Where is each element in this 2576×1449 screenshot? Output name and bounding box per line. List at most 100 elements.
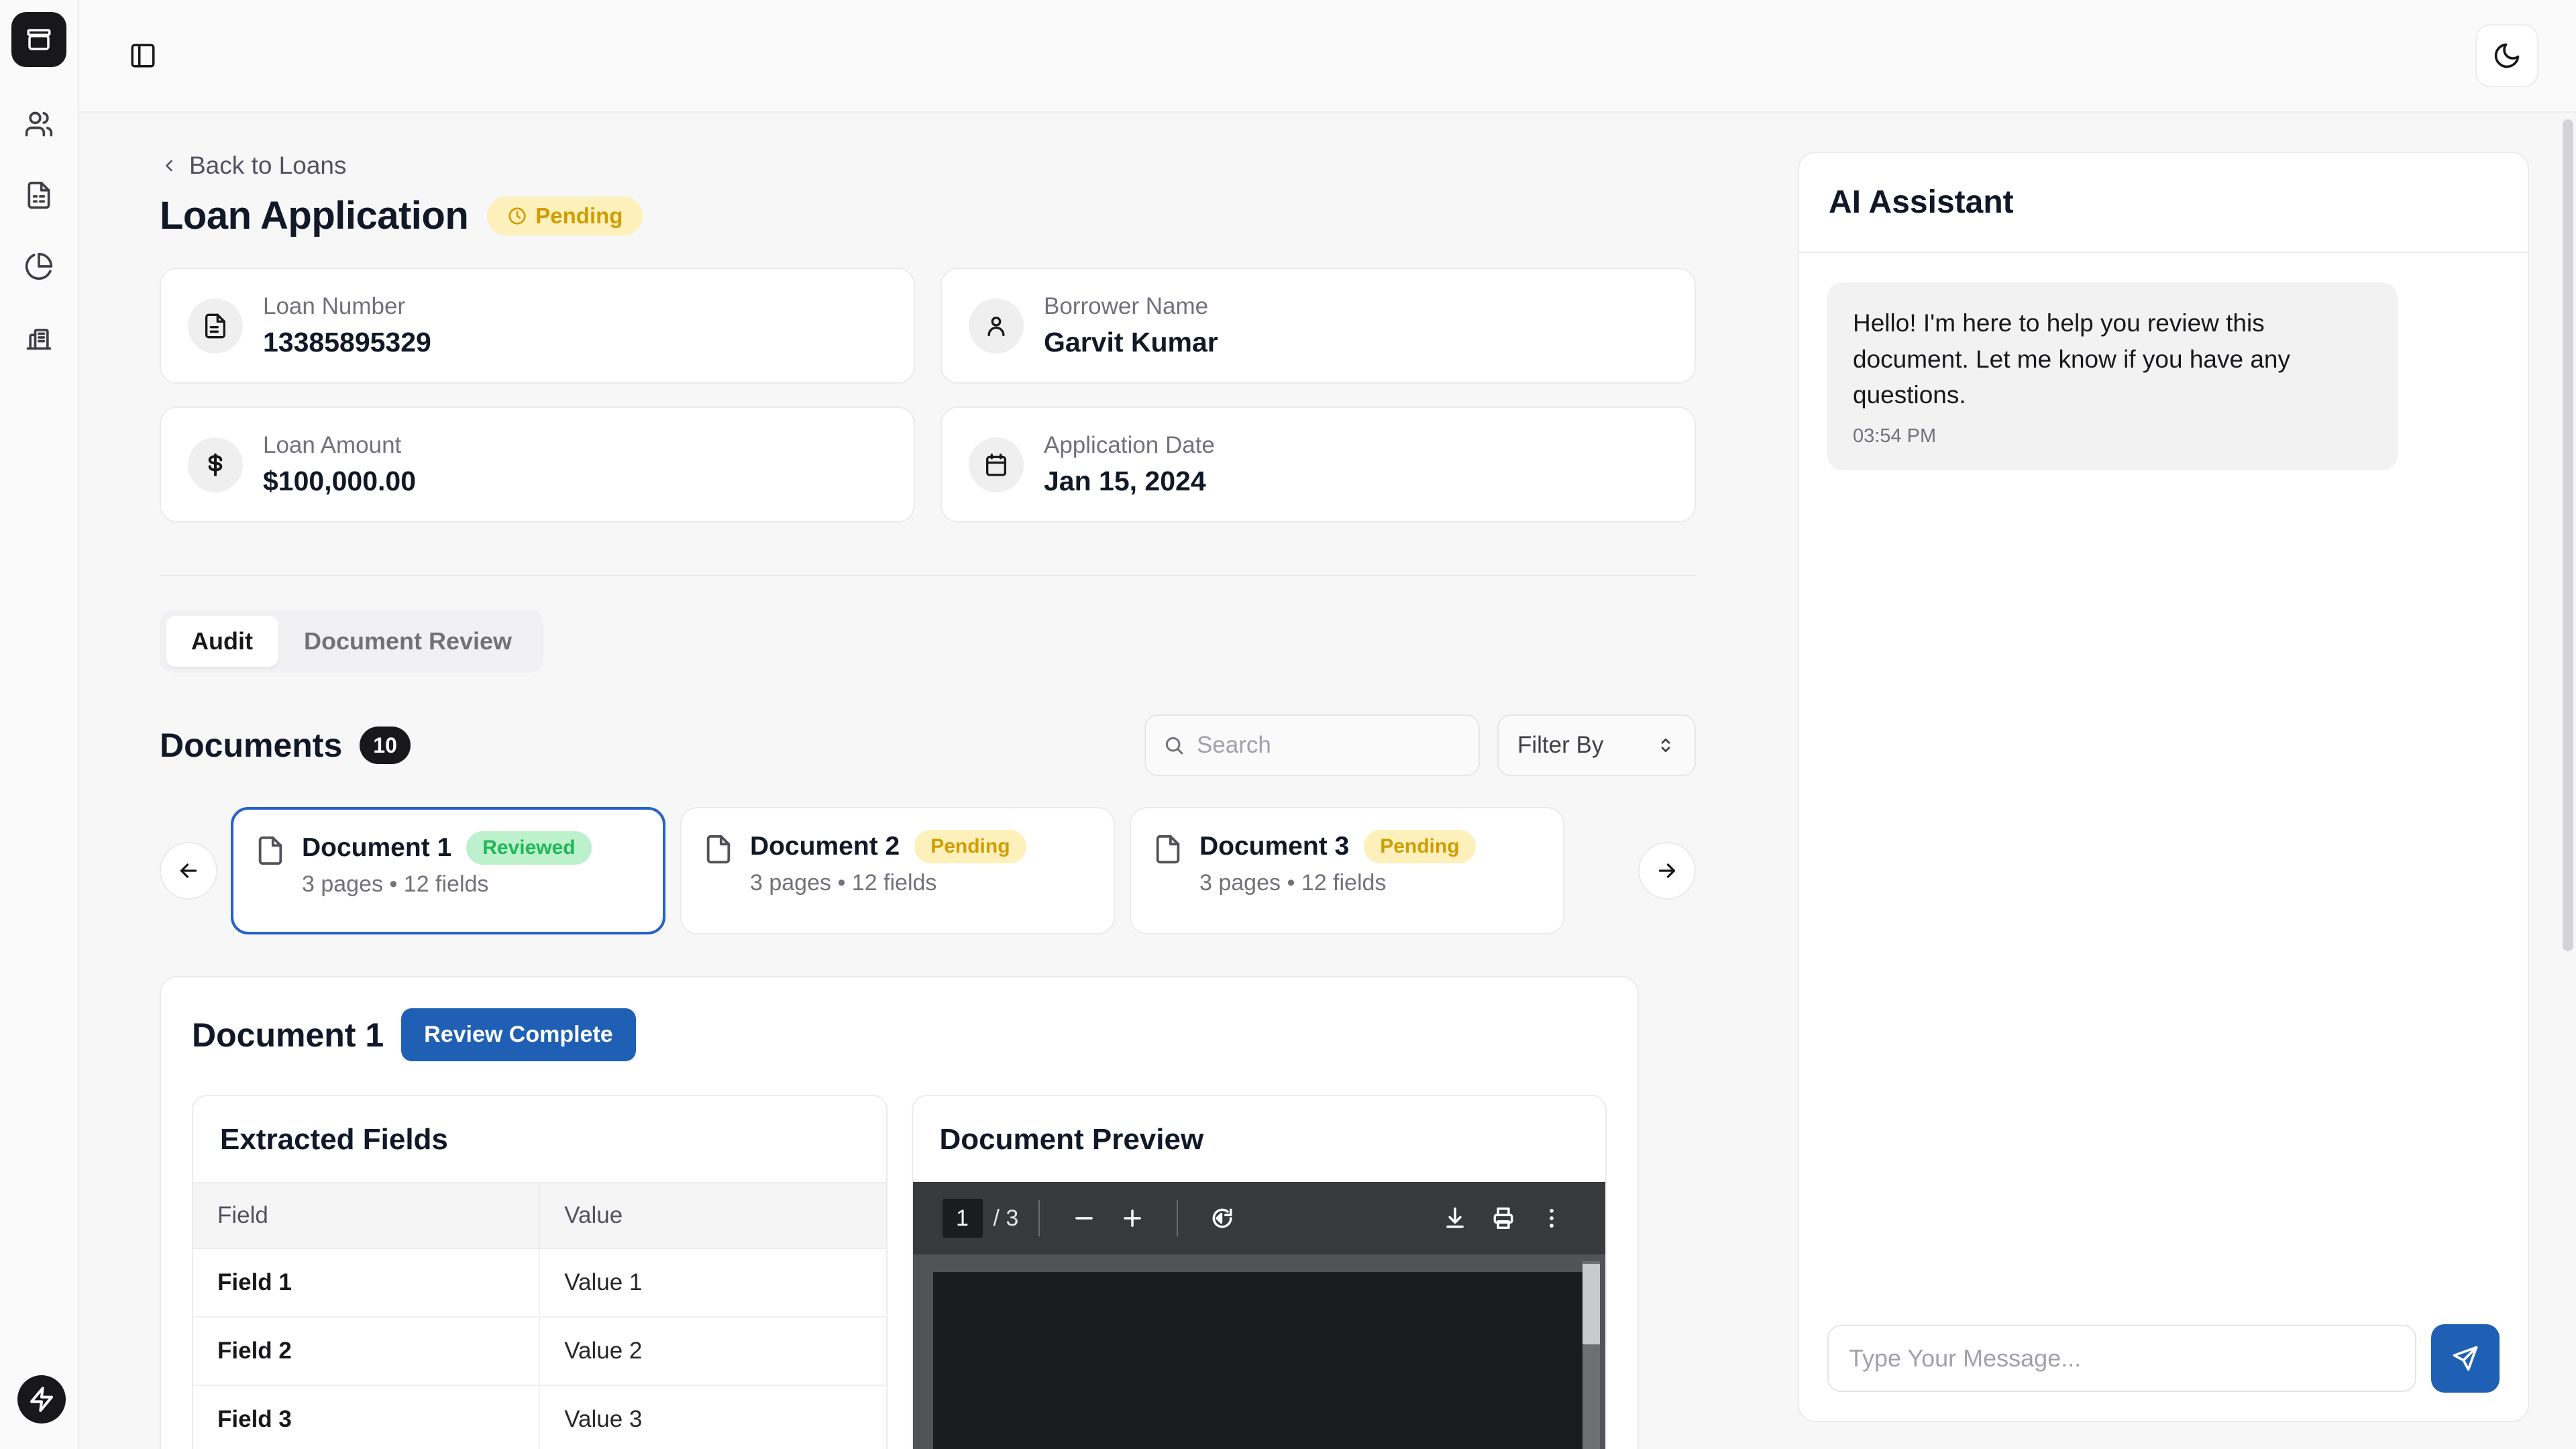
document-card-name: Document 1	[302, 833, 452, 862]
document-card-body: Document 2 Pending 3 pages • 12 fields	[750, 830, 1092, 896]
sidebar-item-organizations[interactable]	[11, 310, 66, 365]
info-card-text: Loan Amount $100,000.00	[263, 432, 416, 497]
document-card-2[interactable]: Document 2 Pending 3 pages • 12 fields	[680, 807, 1115, 934]
loan-info-grid: Loan Number 13385895329 Borrower Name Ga…	[160, 268, 1696, 523]
page-scrollbar-thumb[interactable]	[2563, 119, 2573, 951]
pdf-scrollbar[interactable]	[1582, 1261, 1600, 1449]
ai-assistant-composer	[1799, 1303, 2528, 1421]
document-card-top: Document 2 Pending	[750, 830, 1092, 863]
sidebar-item-documents[interactable]	[11, 168, 66, 223]
page-title: Loan Application	[160, 194, 469, 237]
pdf-scrollbar-thumb[interactable]	[1582, 1264, 1600, 1344]
left-rail	[0, 0, 79, 1449]
file-icon	[703, 834, 734, 868]
info-card-text: Borrower Name Garvit Kumar	[1044, 293, 1218, 358]
document-preview-card: Document Preview 1 / 3	[911, 1095, 1607, 1449]
breadcrumb[interactable]: Back to Loans	[160, 152, 1739, 180]
pdf-zoom-in-button[interactable]	[1108, 1194, 1157, 1242]
table-row: Field 1 Value 1	[193, 1248, 886, 1318]
table-row: Field 3 Value 3	[193, 1385, 886, 1449]
page-scrollbar[interactable]	[2563, 119, 2573, 965]
document-card-1[interactable]: Document 1 Reviewed 3 pages • 12 fields	[231, 807, 665, 934]
document-card-body: Document 1 Reviewed 3 pages • 12 fields	[302, 831, 641, 898]
carousel-prev-button[interactable]	[160, 842, 217, 900]
cell-field: Field 1	[193, 1248, 540, 1318]
ai-assistant-panel: AI Assistant Hello! I'm here to help you…	[1771, 113, 2576, 1449]
info-card-text: Application Date Jan 15, 2024	[1044, 432, 1215, 497]
pdf-more-options-button[interactable]	[1527, 1194, 1576, 1242]
info-value: $100,000.00	[263, 466, 417, 496]
table-body: Field 1 Value 1 Field 2 Value 2 Field 3	[193, 1248, 886, 1449]
back-to-loans-link[interactable]: Back to Loans	[189, 152, 346, 180]
info-card-text: Loan Number 13385895329	[263, 293, 431, 358]
document-card-status: Reviewed	[466, 831, 592, 865]
filter-by-label: Filter By	[1517, 732, 1604, 758]
document-card-3[interactable]: Document 3 Pending 3 pages • 12 fields	[1130, 807, 1564, 934]
toolbar-divider	[1038, 1200, 1040, 1236]
panel-left-icon	[131, 44, 155, 68]
top-bar	[79, 0, 2576, 113]
table-head: Field Value	[193, 1182, 886, 1249]
moon-icon	[2494, 43, 2520, 68]
calendar-icon	[969, 437, 1024, 492]
info-label: Application Date	[1044, 432, 1215, 458]
search-box[interactable]	[1144, 714, 1480, 776]
pdf-zoom-out-button[interactable]	[1060, 1194, 1108, 1242]
file-icon	[255, 835, 286, 869]
info-card-borrower-name: Borrower Name Garvit Kumar	[941, 268, 1696, 384]
sidebar-toggle-button[interactable]	[117, 30, 169, 82]
review-complete-button[interactable]: Review Complete	[401, 1008, 636, 1061]
extracted-fields-card: Extracted Fields Field Value Field 1 Val…	[192, 1095, 888, 1449]
building-icon	[26, 329, 52, 350]
table-header-row: Field Value	[193, 1182, 886, 1249]
search-input[interactable]	[1196, 732, 1461, 759]
document-card-meta: 3 pages • 12 fields	[302, 871, 489, 897]
sidebar-item-analytics[interactable]	[11, 239, 66, 294]
info-label: Borrower Name	[1044, 293, 1209, 319]
document-detail-grid: Extracted Fields Field Value Field 1 Val…	[192, 1095, 1607, 1449]
column-header-value: Value	[539, 1182, 886, 1249]
document-preview-title: Document Preview	[939, 1123, 1204, 1156]
pdf-page-total: / 3	[993, 1205, 1019, 1231]
tab-audit[interactable]: Audit	[166, 616, 278, 667]
info-card-application-date: Application Date Jan 15, 2024	[941, 407, 1696, 523]
cell-field: Field 2	[193, 1317, 540, 1386]
column-header-field: Field	[193, 1182, 540, 1249]
send-message-button[interactable]	[2431, 1324, 2500, 1393]
pie-chart-icon	[25, 252, 53, 280]
rotate-icon	[1212, 1208, 1232, 1228]
document-card-meta: 3 pages • 12 fields	[750, 870, 937, 896]
extracted-fields-table: Field Value Field 1 Value 1 Field 2 Valu…	[193, 1182, 886, 1449]
carousel-next-button[interactable]	[1638, 842, 1696, 900]
cell-value: Value 2	[539, 1317, 886, 1386]
filter-by-select[interactable]: Filter By	[1497, 714, 1696, 776]
quick-action-button[interactable]	[17, 1375, 66, 1424]
page-body: Back to Loans Loan Application Pending L…	[79, 113, 2576, 1449]
document-card-status: Pending	[1364, 830, 1476, 863]
users-icon	[25, 111, 53, 137]
ai-assistant-messages: Hello! I'm here to help you review this …	[1799, 253, 2528, 1303]
app-logo[interactable]	[11, 12, 66, 67]
status-badge-label: Pending	[535, 203, 623, 228]
info-card-loan-number: Loan Number 13385895329	[160, 268, 915, 384]
sidebar-item-borrowers[interactable]	[11, 97, 66, 152]
plus-icon	[1124, 1210, 1142, 1227]
document-detail-header: Document 1 Review Complete	[192, 1008, 1607, 1061]
info-label: Loan Number	[263, 293, 406, 319]
ai-assistant-card: AI Assistant Hello! I'm here to help you…	[1798, 152, 2529, 1422]
documents-header: Documents 10 Filter By	[160, 714, 1696, 776]
pdf-download-button[interactable]	[1431, 1194, 1479, 1242]
chevron-updown-icon	[1661, 738, 1670, 753]
document-card-name: Document 3	[1199, 832, 1350, 861]
pdf-print-button[interactable]	[1479, 1194, 1527, 1242]
pdf-page-input[interactable]: 1	[942, 1199, 983, 1238]
assistant-message-text: Hello! I'm here to help you review this …	[1853, 309, 2290, 409]
document-list-icon	[28, 181, 50, 209]
documents-carousel: Document 1 Reviewed 3 pages • 12 fields	[160, 807, 1696, 934]
message-input[interactable]	[1827, 1325, 2416, 1392]
pdf-rotate-button[interactable]	[1198, 1194, 1246, 1242]
tab-document-review[interactable]: Document Review	[278, 616, 537, 667]
status-badge: Pending	[487, 196, 643, 235]
theme-toggle-button[interactable]	[2475, 24, 2538, 87]
cell-field: Field 3	[193, 1385, 540, 1449]
